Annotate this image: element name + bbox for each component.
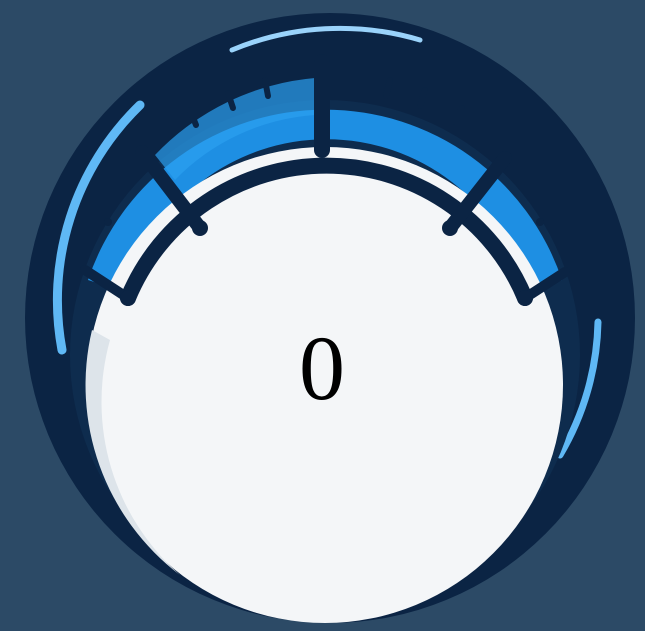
gauge-widget: 0 <box>0 0 645 631</box>
tick-dot-1 <box>120 290 136 306</box>
tick-minor-3 <box>262 77 271 99</box>
tick-minor-4 <box>383 77 393 99</box>
tick-dot-2 <box>192 220 208 236</box>
gauge-value: 0 <box>299 317 345 419</box>
tick-dot-5 <box>104 218 112 226</box>
speedometer-gauge-icon <box>25 13 635 623</box>
tick-dot-3 <box>442 220 458 236</box>
tick-dot-6 <box>536 218 544 226</box>
tick-dot-4 <box>517 290 533 306</box>
